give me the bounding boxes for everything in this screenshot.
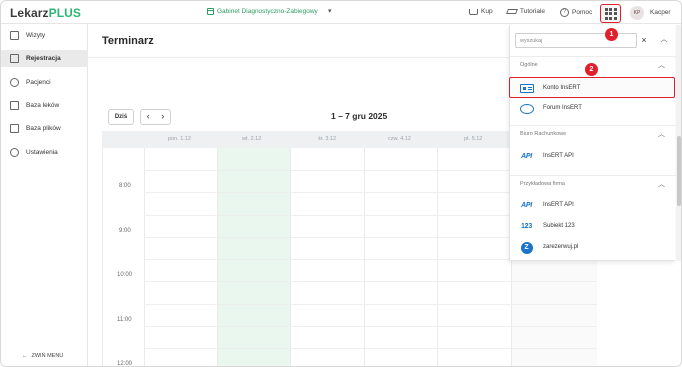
chevron-up-icon[interactable]: ︿ bbox=[658, 34, 670, 46]
subiekt-123-icon: 123 bbox=[520, 223, 533, 230]
clipboard-icon bbox=[10, 31, 19, 40]
sidebar-item-wizyty[interactable]: Wizyty bbox=[1, 27, 88, 44]
sidebar-item-baza-plikow[interactable]: Baza plików bbox=[1, 120, 88, 137]
time-label: 9:00 bbox=[119, 228, 131, 234]
calendar-icon bbox=[207, 8, 214, 15]
apps-grid-button[interactable] bbox=[600, 4, 621, 23]
zarezerwuj-item[interactable]: Z zarezerwuj.pl bbox=[510, 237, 676, 258]
arrow-left-icon: ← bbox=[22, 353, 28, 359]
week-nav: ‹ › bbox=[140, 109, 171, 125]
time-label: 11:00 bbox=[117, 317, 132, 323]
day-label: pt. 5.12 bbox=[464, 136, 483, 142]
zarezerwuj-icon: Z bbox=[520, 241, 533, 254]
sidebar-item-ustawienia[interactable]: Ustawienia bbox=[1, 144, 88, 161]
clinic-selector[interactable]: Gabinet Diagnostyczno-Zabiegowy bbox=[207, 8, 318, 15]
scroll-thumb[interactable] bbox=[677, 136, 681, 206]
sidebar-item-baza-lekow[interactable]: Baza leków bbox=[1, 97, 88, 114]
close-icon[interactable]: × bbox=[638, 34, 650, 47]
app-window: LekarzPLUS Gabinet Diagnostyczno-Zabiego… bbox=[0, 0, 682, 367]
step-badge-1: 1 bbox=[605, 28, 618, 41]
api-icon: API bbox=[521, 202, 532, 209]
people-icon bbox=[10, 78, 19, 87]
section-header-biuro[interactable]: Biuro Rachunkowe ︿ bbox=[510, 125, 676, 142]
insert-api-item[interactable]: API InsERT API bbox=[510, 195, 676, 216]
next-week-button[interactable]: › bbox=[156, 110, 171, 124]
clinic-name: Gabinet Diagnostyczno-Zabiegowy bbox=[217, 8, 318, 15]
sidebar: Wizyty Rejestracja Pacjenci Baza leków B… bbox=[1, 24, 88, 366]
gear-icon bbox=[10, 148, 19, 157]
search-input[interactable] bbox=[515, 33, 637, 48]
page-title: Terminarz bbox=[102, 35, 154, 47]
graduation-cap-icon bbox=[506, 9, 518, 14]
day-label: śr. 3.12 bbox=[318, 136, 337, 142]
chevron-up-icon: ︿ bbox=[658, 131, 665, 138]
grid-dot bbox=[604, 7, 608, 11]
time-label: 12:00 bbox=[117, 361, 133, 367]
step-badge-2: 2 bbox=[585, 63, 598, 76]
chat-bubble-icon bbox=[519, 103, 534, 114]
sidebar-item-rejestracja[interactable]: Rejestracja bbox=[1, 50, 88, 67]
files-icon bbox=[10, 124, 19, 133]
today-column bbox=[217, 148, 290, 366]
date-range: 1 – 7 gru 2025 bbox=[331, 111, 388, 121]
calendar-icon bbox=[10, 54, 19, 63]
top-bar: LekarzPLUS Gabinet Diagnostyczno-Zabiego… bbox=[1, 1, 681, 24]
buy-button[interactable]: Kup bbox=[469, 8, 493, 15]
help-button[interactable]: ? Pomoc bbox=[560, 8, 592, 17]
time-label: 10:00 bbox=[117, 272, 133, 278]
konto-insert-item[interactable]: Konto InsERT bbox=[509, 77, 675, 98]
id-card-icon bbox=[519, 84, 534, 93]
avatar[interactable]: KP bbox=[630, 6, 644, 20]
time-label: 8:00 bbox=[119, 183, 131, 189]
api-icon: API bbox=[521, 153, 532, 160]
tutorials-button[interactable]: Tutoriale bbox=[506, 8, 545, 15]
prev-week-button[interactable]: ‹ bbox=[141, 110, 156, 124]
collapse-menu-button[interactable]: ← ZWIŃ MENU bbox=[22, 353, 63, 359]
insert-api-item[interactable]: API InsERT API bbox=[510, 146, 676, 167]
apps-dropdown-panel: × ︿ Ogólne ︿ Konto InsERT Forum InsERT B… bbox=[509, 25, 676, 261]
chevron-up-icon: ︿ bbox=[658, 62, 665, 69]
app-logo[interactable]: LekarzPLUS bbox=[10, 6, 81, 20]
chevron-up-icon: ︿ bbox=[658, 181, 665, 188]
help-icon: ? bbox=[560, 8, 569, 17]
today-button[interactable]: Dziś bbox=[108, 109, 134, 125]
section-header-firma[interactable]: Przykładowa firma ︿ bbox=[510, 175, 676, 192]
subiekt-123-item[interactable]: 123 Subiekt 123 bbox=[510, 216, 676, 237]
medicine-icon bbox=[10, 101, 19, 110]
day-label: czw. 4.12 bbox=[388, 136, 411, 142]
caret-down-icon[interactable]: ▾ bbox=[328, 7, 332, 15]
cart-icon bbox=[469, 8, 478, 15]
sidebar-item-pacjenci[interactable]: Pacjenci bbox=[1, 74, 88, 91]
forum-insert-item[interactable]: Forum InsERT bbox=[510, 98, 676, 119]
day-label: pon. 1.12 bbox=[168, 136, 191, 142]
user-name[interactable]: Kacper bbox=[650, 9, 671, 16]
day-label: wt. 2.12 bbox=[242, 136, 262, 142]
